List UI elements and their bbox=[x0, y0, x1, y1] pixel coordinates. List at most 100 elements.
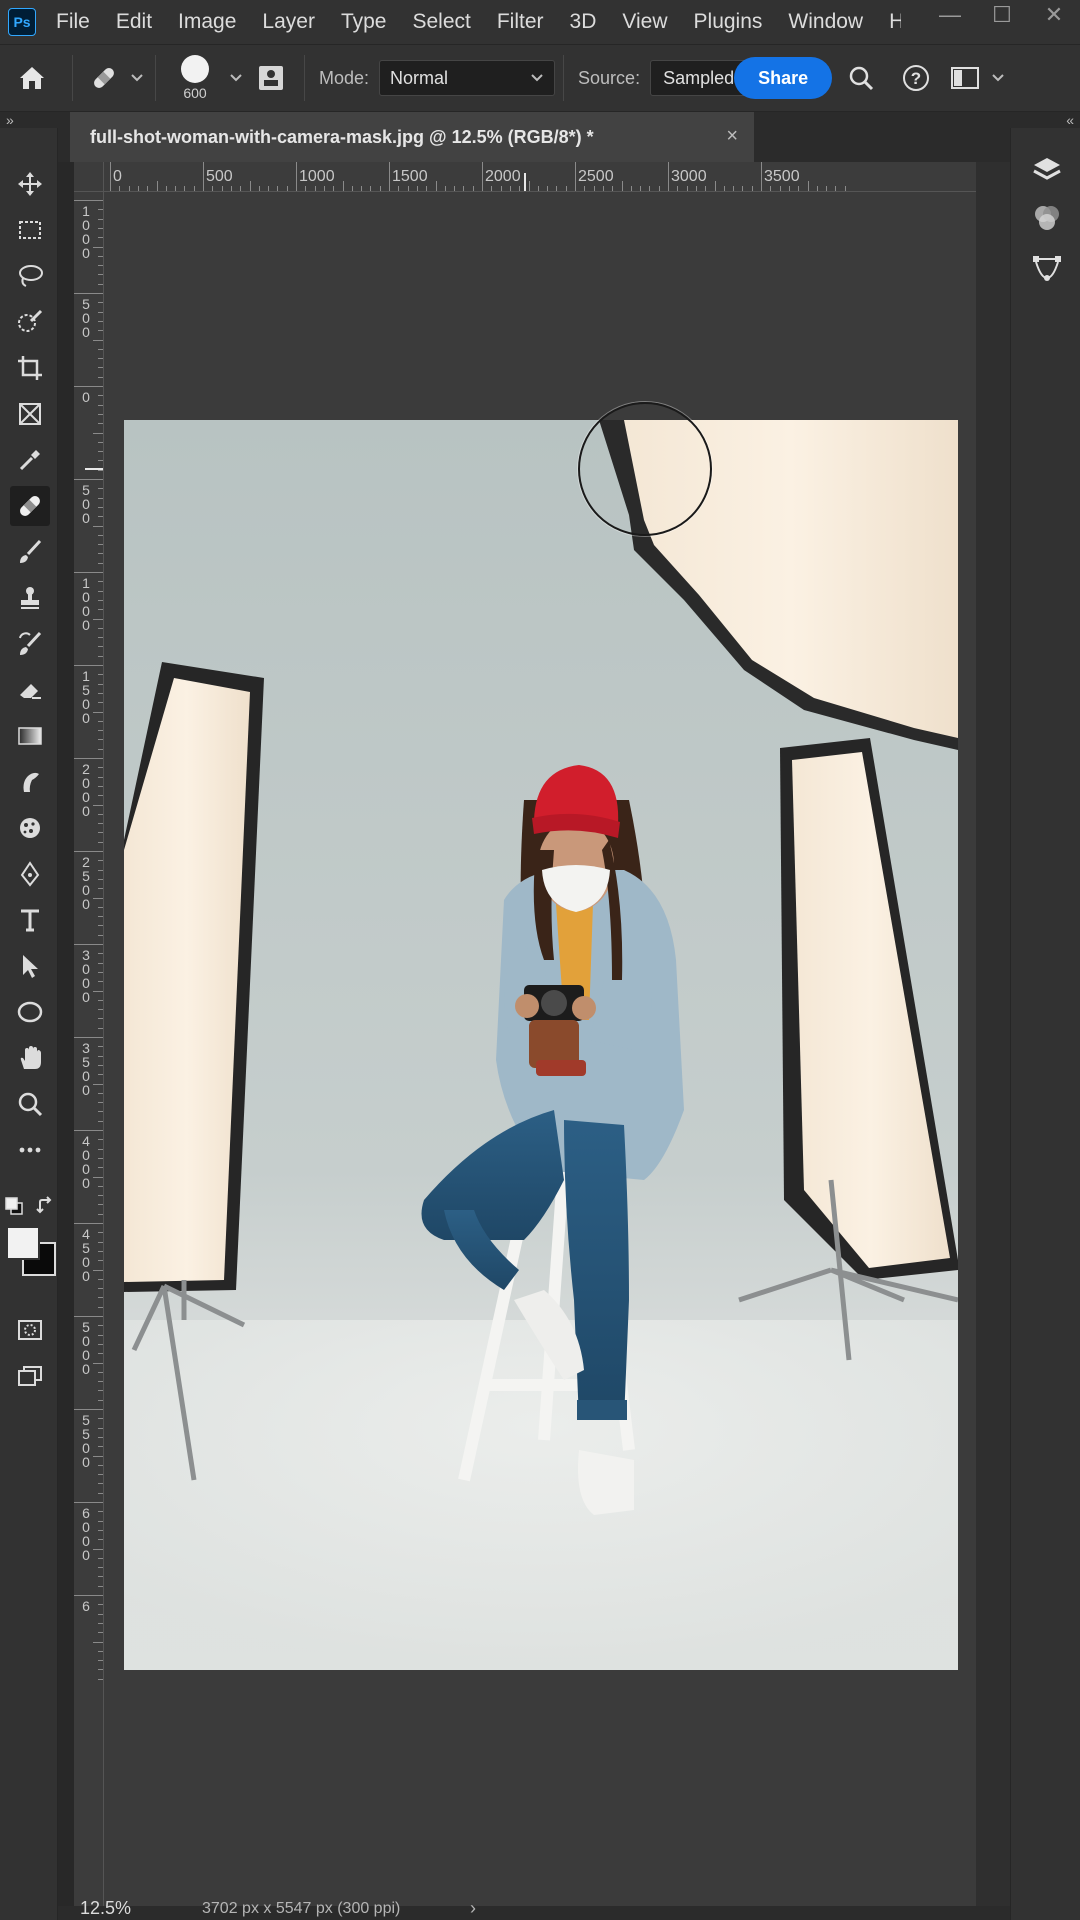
smudge-tool[interactable] bbox=[10, 762, 50, 802]
spot-healing-brush-tool[interactable] bbox=[10, 486, 50, 526]
ruler-minor-tick bbox=[98, 1446, 103, 1448]
zoom-tool[interactable] bbox=[10, 1084, 50, 1124]
paths-panel-button[interactable] bbox=[1029, 250, 1065, 286]
ruler-minor-tick bbox=[807, 181, 809, 191]
swap-colors-button[interactable] bbox=[36, 1196, 56, 1216]
ruler-minor-tick bbox=[98, 888, 103, 890]
search-button[interactable] bbox=[832, 48, 890, 108]
ruler-minor-tick bbox=[742, 186, 744, 191]
separator bbox=[563, 55, 565, 101]
close-window-button[interactable]: ✕ bbox=[1028, 0, 1080, 30]
vertical-ruler[interactable]: 1000500050010001500200025003000350040004… bbox=[74, 192, 104, 1906]
move-tool[interactable] bbox=[10, 164, 50, 204]
menu-view[interactable]: View bbox=[622, 10, 667, 34]
brush-tool[interactable] bbox=[10, 532, 50, 572]
ruler-origin[interactable] bbox=[74, 162, 104, 192]
maximize-button[interactable]: ☐ bbox=[976, 0, 1028, 30]
help-button[interactable]: ? bbox=[890, 48, 942, 108]
menu-3d[interactable]: 3D bbox=[570, 10, 597, 34]
tool-preset-dropdown[interactable] bbox=[127, 48, 147, 108]
ruler-minor-tick bbox=[98, 451, 103, 453]
ruler-minor-tick bbox=[98, 497, 103, 499]
tool-preset-picker[interactable] bbox=[81, 48, 127, 108]
path-selection-tool[interactable] bbox=[10, 946, 50, 986]
home-button[interactable] bbox=[0, 48, 64, 108]
clone-stamp-tool[interactable] bbox=[10, 578, 50, 618]
ruler-minor-tick bbox=[277, 186, 279, 191]
share-button[interactable]: Share bbox=[734, 57, 833, 99]
ruler-major-tick bbox=[668, 162, 669, 191]
document-dimensions: 3702 px x 5547 px (300 ppi) bbox=[202, 1900, 401, 1917]
ruler-minor-tick bbox=[98, 1195, 103, 1197]
edit-toolbar-button[interactable] bbox=[10, 1130, 50, 1170]
menu-layer[interactable]: Layer bbox=[262, 10, 315, 34]
horizontal-ruler[interactable]: 0 500 1000 1500 2000 2500 3000 3500 bbox=[104, 162, 976, 192]
layers-panel-button[interactable] bbox=[1029, 152, 1065, 188]
menu-file[interactable]: File bbox=[56, 10, 90, 34]
eraser-tool[interactable] bbox=[10, 670, 50, 710]
ruler-minor-tick bbox=[98, 1427, 103, 1429]
ruler-minor-tick bbox=[249, 181, 251, 191]
menu-select[interactable]: Select bbox=[412, 10, 470, 34]
frame-tool[interactable] bbox=[10, 394, 50, 434]
pen-tool[interactable] bbox=[10, 854, 50, 894]
ruler-minor-tick bbox=[640, 186, 642, 191]
ellipse-tool[interactable] bbox=[10, 992, 50, 1032]
document-tab[interactable]: full-shot-woman-with-camera-mask.jpg @ 1… bbox=[70, 112, 754, 162]
ruler-minor-tick bbox=[98, 776, 103, 778]
ruler-minor-tick bbox=[537, 186, 539, 191]
crop-tool[interactable] bbox=[10, 348, 50, 388]
menu-window[interactable]: Window bbox=[788, 10, 863, 34]
panel-collapse-button[interactable]: « bbox=[1010, 112, 1080, 128]
menu-plugins[interactable]: Plugins bbox=[694, 10, 763, 34]
hand-tool[interactable] bbox=[10, 1038, 50, 1078]
rectangular-marquee-tool[interactable] bbox=[10, 210, 50, 250]
ruler-minor-tick bbox=[98, 1027, 103, 1029]
screen-mode-button[interactable] bbox=[10, 1356, 50, 1396]
object-selection-tool[interactable] bbox=[10, 302, 50, 342]
zoom-level[interactable]: 12.5% bbox=[80, 1898, 131, 1919]
workspace-dropdown[interactable] bbox=[988, 48, 1008, 108]
photoshop-logo-icon: Ps bbox=[8, 8, 36, 36]
channels-panel-button[interactable] bbox=[1029, 200, 1065, 236]
default-colors-button[interactable] bbox=[4, 1196, 24, 1216]
type-tool[interactable] bbox=[10, 900, 50, 940]
ruler-minor-tick bbox=[98, 562, 103, 564]
document-image[interactable] bbox=[124, 420, 958, 1670]
status-menu-arrow-icon[interactable]: › bbox=[470, 1898, 476, 1919]
lasso-tool[interactable] bbox=[10, 256, 50, 296]
ruler-minor-tick bbox=[98, 730, 103, 732]
ruler-minor-tick bbox=[788, 186, 790, 191]
brush-preset-picker[interactable]: 600 bbox=[164, 48, 226, 108]
ruler-label: 0 bbox=[113, 168, 122, 185]
ruler-major-tick bbox=[203, 162, 204, 191]
ruler-label: 500 bbox=[82, 296, 90, 340]
move-icon bbox=[18, 172, 42, 196]
gradient-tool[interactable] bbox=[10, 716, 50, 756]
ruler-minor-tick bbox=[98, 832, 103, 834]
lasso-icon bbox=[19, 265, 43, 287]
foreground-color-swatch[interactable] bbox=[6, 1226, 40, 1260]
ruler-minor-tick bbox=[98, 1418, 103, 1420]
menu-type[interactable]: Type bbox=[341, 10, 387, 34]
vertical-scroll-gutter[interactable] bbox=[976, 162, 1010, 1906]
history-brush-tool[interactable] bbox=[10, 624, 50, 664]
toolbar-collapse-button[interactable]: » bbox=[0, 112, 58, 128]
menu-help[interactable]: Help bbox=[889, 10, 901, 34]
menu-filter[interactable]: Filter bbox=[497, 10, 544, 34]
quick-mask-button[interactable] bbox=[10, 1310, 50, 1350]
close-document-icon[interactable]: × bbox=[726, 125, 738, 148]
ruler-minor-tick bbox=[98, 1529, 103, 1531]
sponge-tool[interactable] bbox=[10, 808, 50, 848]
ruler-minor-tick bbox=[98, 702, 103, 704]
ellipse-icon bbox=[17, 1001, 43, 1023]
eyedropper-tool[interactable] bbox=[10, 440, 50, 480]
workspace-button[interactable] bbox=[942, 48, 988, 108]
menu-image[interactable]: Image bbox=[178, 10, 236, 34]
ruler-minor-tick bbox=[98, 655, 103, 657]
brush-settings-button[interactable] bbox=[246, 48, 296, 108]
menu-edit[interactable]: Edit bbox=[116, 10, 152, 34]
minimize-button[interactable]: — bbox=[924, 0, 976, 30]
brush-dropdown[interactable] bbox=[226, 48, 246, 108]
mode-select[interactable]: Normal bbox=[379, 60, 556, 96]
